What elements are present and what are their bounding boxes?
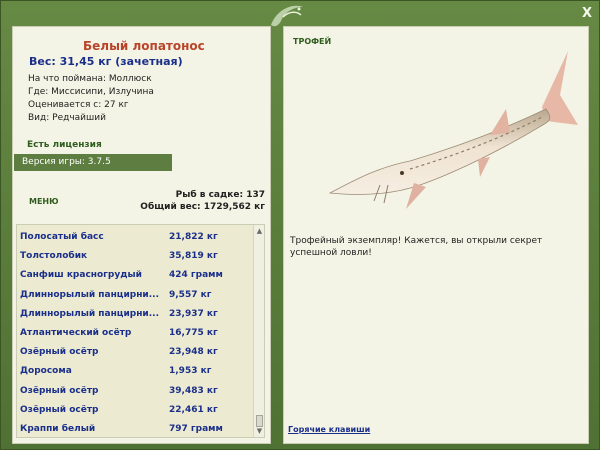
fish-title: Белый лопатонос — [83, 39, 205, 53]
catch-row-name: Длиннорылый панцирни... — [20, 289, 159, 300]
catch-list-row[interactable]: Атлантический осётр 16,775 кг — [17, 324, 245, 343]
catch-row-weight: 16,775 кг — [169, 327, 218, 338]
catch-row-weight: 21,822 кг — [169, 232, 218, 242]
trophy-panel: ТРОФЕЙ Трофейный экземпляр! Кажется, вы … — [283, 26, 589, 444]
scroll-down-icon[interactable]: ▼ — [255, 426, 264, 436]
fish-details: На что поймана: Моллюск Где: Миссисипи, … — [28, 73, 154, 125]
catch-row-weight: 9,557 кг — [169, 289, 212, 300]
catch-row-weight: 23,948 кг — [169, 347, 218, 358]
total-weight: Общий вес: 1729,562 кг — [140, 202, 265, 212]
hotkeys-link[interactable]: Горячие клавиши — [288, 425, 370, 434]
catch-list-row[interactable]: Озёрный осётр 22,461 кг — [17, 401, 245, 420]
catch-row-name: Полосатый басс — [20, 232, 104, 242]
catch-list-rows: Полосатый басс 21,822 кг Толстолобик 35,819… — [17, 228, 245, 437]
catch-row-name: Санфиш красногрудый — [20, 270, 142, 281]
catch-list-row[interactable]: Озёрный осётр 39,483 кг — [17, 382, 245, 401]
catch-row-name: Толстолобик — [20, 251, 88, 262]
license-status: Есть лицензия — [27, 140, 102, 150]
catch-row-weight: 797 грамм — [169, 423, 223, 434]
catch-row-name: Длиннорылый панцирни... — [20, 308, 159, 319]
catch-row-name: Озёрный осётр — [20, 385, 99, 396]
menu-button[interactable]: МЕНЮ — [29, 197, 59, 206]
trophy-description: Трофейный экземпляр! Кажется, вы открыли… — [290, 236, 543, 258]
catch-row-weight: 22,461 кг — [169, 404, 218, 415]
catch-row-name: Краппи белый — [20, 423, 96, 434]
detail-rarity: Вид: Редчайший — [28, 113, 106, 123]
game-window: X Белый лопатонос Вес: 31,45 кг (зачетна… — [0, 0, 600, 450]
catch-row-name: Атлантический осётр — [20, 327, 132, 338]
catch-list-row[interactable]: Доросома 1,953 кг — [17, 362, 245, 381]
catch-row-weight: 424 грамм — [169, 270, 223, 281]
catch-list: Полосатый басс 21,822 кг Толстолобик 35,819… — [16, 224, 265, 438]
paddlefish-trophy-image — [310, 37, 590, 217]
catch-list-row[interactable]: Длиннорылый панцирни... 9,557 кг — [17, 286, 245, 305]
catch-list-row[interactable]: Санфиш красногрудый 424 грамм — [17, 266, 245, 285]
catch-row-weight: 23,937 кг — [169, 308, 218, 319]
catch-row-weight: 39,483 кг — [169, 385, 218, 396]
catch-list-row[interactable]: Длиннорылый панцирни... 23,937 кг — [17, 305, 245, 324]
scroll-up-icon[interactable]: ▲ — [255, 226, 264, 236]
catch-list-row[interactable]: Полосатый басс 21,822 кг — [17, 228, 245, 247]
catch-list-row[interactable]: Толстолобик 35,819 кг — [17, 247, 245, 266]
catch-row-name: Озёрный осётр — [20, 347, 99, 358]
close-button[interactable]: X — [579, 6, 595, 22]
catch-row-name: Озёрный осётр — [20, 404, 99, 415]
catch-info-panel: Белый лопатонос Вес: 31,45 кг (зачетная)… — [12, 26, 271, 444]
catch-list-row[interactable]: Озёрный осётр 23,948 кг — [17, 343, 245, 362]
catch-stats: Рыб в садке: 137 Общий вес: 1729,562 кг — [140, 189, 265, 213]
catch-list-row[interactable]: Краппи белый 797 грамм — [17, 420, 245, 437]
fish-weight: Вес: 31,45 кг (зачетная) — [29, 55, 183, 68]
detail-location: Где: Миссисипи, Излучина — [28, 87, 154, 97]
fish-count: Рыб в садке: 137 — [175, 190, 265, 200]
close-icon: X — [581, 6, 593, 21]
detail-min-weight: Оценивается с: 27 кг — [28, 100, 129, 110]
detail-bait: На что поймана: Моллюск — [28, 74, 152, 84]
catch-row-weight: 1,953 кг — [169, 366, 212, 377]
catch-row-weight: 35,819 кг — [169, 251, 218, 262]
version-bar: Версия игры: 3.7.5 — [14, 154, 172, 171]
catch-list-scrollbar[interactable]: ▲ ▼ — [253, 225, 264, 437]
catch-row-name: Доросома — [20, 366, 72, 377]
